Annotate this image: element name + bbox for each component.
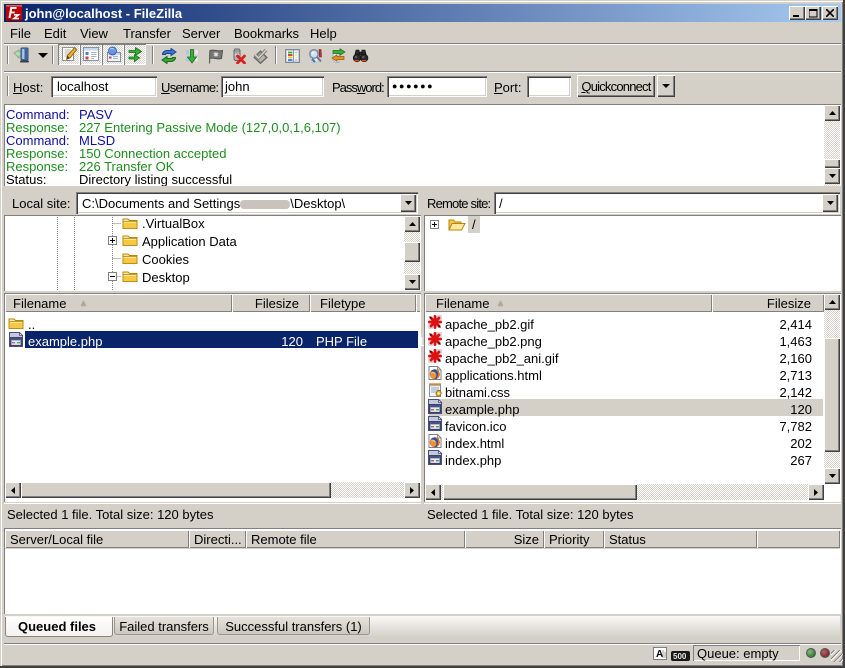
svg-text:500: 500 (673, 652, 687, 661)
svg-text:A: A (656, 649, 663, 660)
